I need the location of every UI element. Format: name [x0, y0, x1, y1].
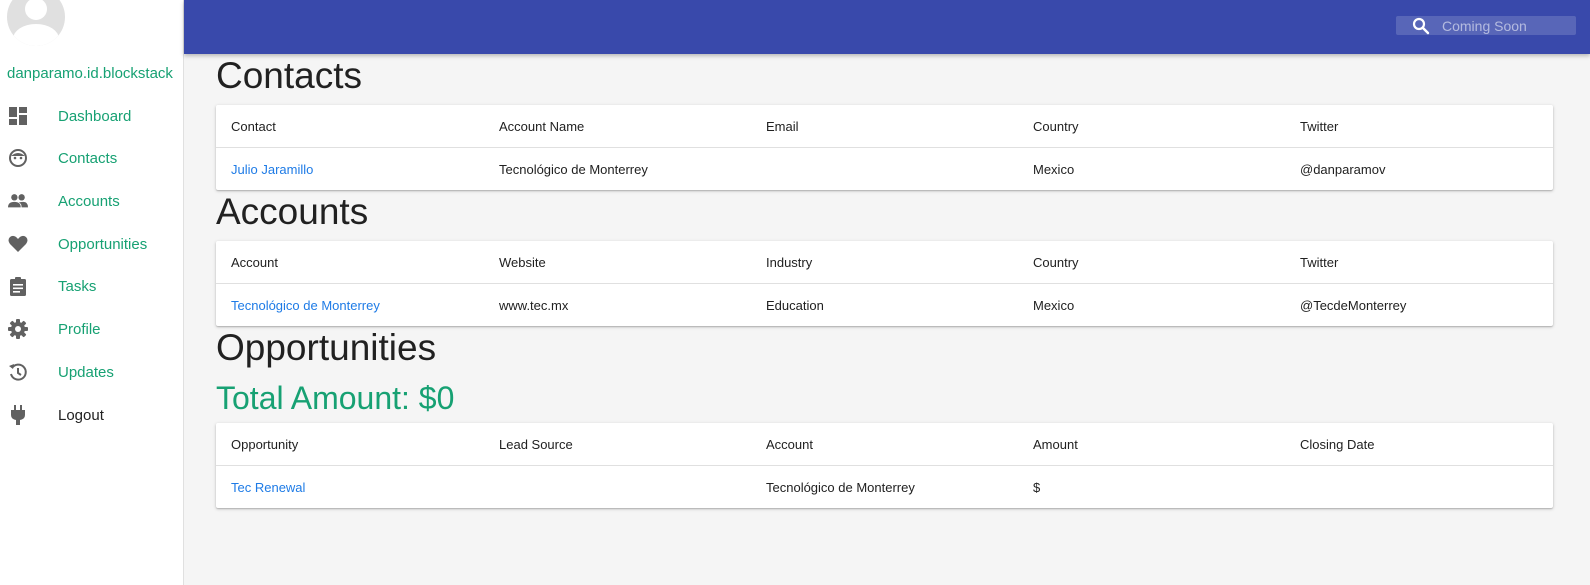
search-box[interactable]	[1396, 16, 1576, 35]
sidebar-item-label: Logout	[58, 406, 104, 424]
sidebar-item-label: Updates	[58, 363, 114, 381]
column-header[interactable]: Closing Date	[1300, 423, 1374, 465]
table-cell: @danparamov	[1300, 161, 1386, 177]
total-amount: Total Amount: $0	[216, 380, 455, 416]
table-cell: Mexico	[1033, 297, 1075, 313]
table-cell: $	[1033, 479, 1041, 495]
column-header[interactable]: Twitter	[1300, 241, 1338, 283]
sidebar-item-label: Dashboard	[58, 107, 132, 125]
opportunity-link[interactable]: Tec Renewal	[231, 466, 305, 508]
table-cell: Mexico	[1033, 161, 1075, 177]
table-cell: Tecnológico de Monterrey	[499, 161, 648, 177]
column-header[interactable]: Country	[1033, 241, 1079, 283]
contacts-title: Contacts	[216, 55, 363, 96]
sidebar-item-label: Accounts	[58, 192, 120, 210]
column-header[interactable]: Website	[499, 241, 546, 283]
column-header[interactable]: Account	[766, 423, 813, 465]
search-input[interactable]	[1442, 16, 1572, 35]
top-app-bar	[184, 0, 1590, 54]
sidebar-item-tasks[interactable]: Tasks	[0, 266, 183, 306]
accounts-table: Account Website Industry Country Twitter…	[216, 241, 1553, 326]
sidebar-item-dashboard[interactable]: Dashboard	[0, 96, 183, 136]
column-header[interactable]: Country	[1033, 105, 1079, 147]
sidebar-item-label: Opportunities	[58, 235, 148, 253]
table-cell: www.tec.mx	[499, 297, 569, 313]
sidebar-item-label: Contacts	[58, 149, 118, 167]
table-header-row: Opportunity Lead Source Account Amount C…	[216, 423, 1553, 466]
table-row: Tecnológico de Monterrey www.tec.mx Educ…	[216, 284, 1553, 326]
column-header[interactable]: Contact	[231, 105, 276, 147]
accounts-title: Accounts	[216, 191, 369, 232]
dashboard-icon	[8, 106, 28, 126]
account-link[interactable]: Tecnológico de Monterrey	[231, 284, 380, 326]
table-header-row: Contact Account Name Email Country Twitt…	[216, 105, 1553, 148]
column-header[interactable]: Twitter	[1300, 105, 1338, 147]
opportunities-title: Opportunities	[216, 327, 437, 368]
plug-icon	[8, 405, 28, 425]
sidebar-item-updates[interactable]: Updates	[0, 352, 183, 392]
contacts-table: Contact Account Name Email Country Twitt…	[216, 105, 1553, 190]
table-header-row: Account Website Industry Country Twitter	[216, 241, 1553, 284]
opportunities-table: Opportunity Lead Source Account Amount C…	[216, 423, 1553, 508]
table-cell: Tecnológico de Monterrey	[766, 479, 915, 495]
sidebar-item-logout[interactable]: Logout	[0, 395, 183, 435]
table-cell: Education	[766, 297, 824, 313]
column-header[interactable]: Account Name	[499, 105, 584, 147]
heart-icon	[8, 234, 28, 254]
sidebar-item-label: Profile	[58, 320, 101, 338]
table-cell: @TecdeMonterrey	[1300, 297, 1407, 313]
sidebar-item-contacts[interactable]: Contacts	[0, 138, 183, 178]
sidebar-item-accounts[interactable]: Accounts	[0, 181, 183, 221]
column-header[interactable]: Email	[766, 105, 799, 147]
table-row: Julio Jaramillo Tecnológico de Monterrey…	[216, 148, 1553, 190]
sidebar-item-label: Tasks	[58, 277, 97, 295]
sidebar-item-profile[interactable]: Profile	[0, 309, 183, 349]
gear-icon	[8, 319, 28, 339]
history-icon	[8, 362, 28, 382]
contact-link[interactable]: Julio Jaramillo	[231, 148, 313, 190]
people-icon	[8, 191, 28, 211]
column-header[interactable]: Amount	[1033, 423, 1078, 465]
table-row: Tec Renewal Tecnológico de Monterrey $	[216, 466, 1553, 508]
column-header[interactable]: Industry	[766, 241, 812, 283]
sidebar: danparamo.id.blockstack Dashboard Contac…	[0, 0, 184, 585]
avatar[interactable]	[7, 0, 65, 46]
clipboard-icon	[8, 276, 28, 296]
face-icon	[8, 148, 28, 168]
username: danparamo.id.blockstack	[7, 65, 173, 82]
column-header[interactable]: Lead Source	[499, 423, 573, 465]
column-header[interactable]: Account	[231, 241, 278, 283]
column-header[interactable]: Opportunity	[231, 423, 298, 465]
sidebar-item-opportunities[interactable]: Opportunities	[0, 224, 183, 264]
search-icon	[1412, 17, 1430, 35]
